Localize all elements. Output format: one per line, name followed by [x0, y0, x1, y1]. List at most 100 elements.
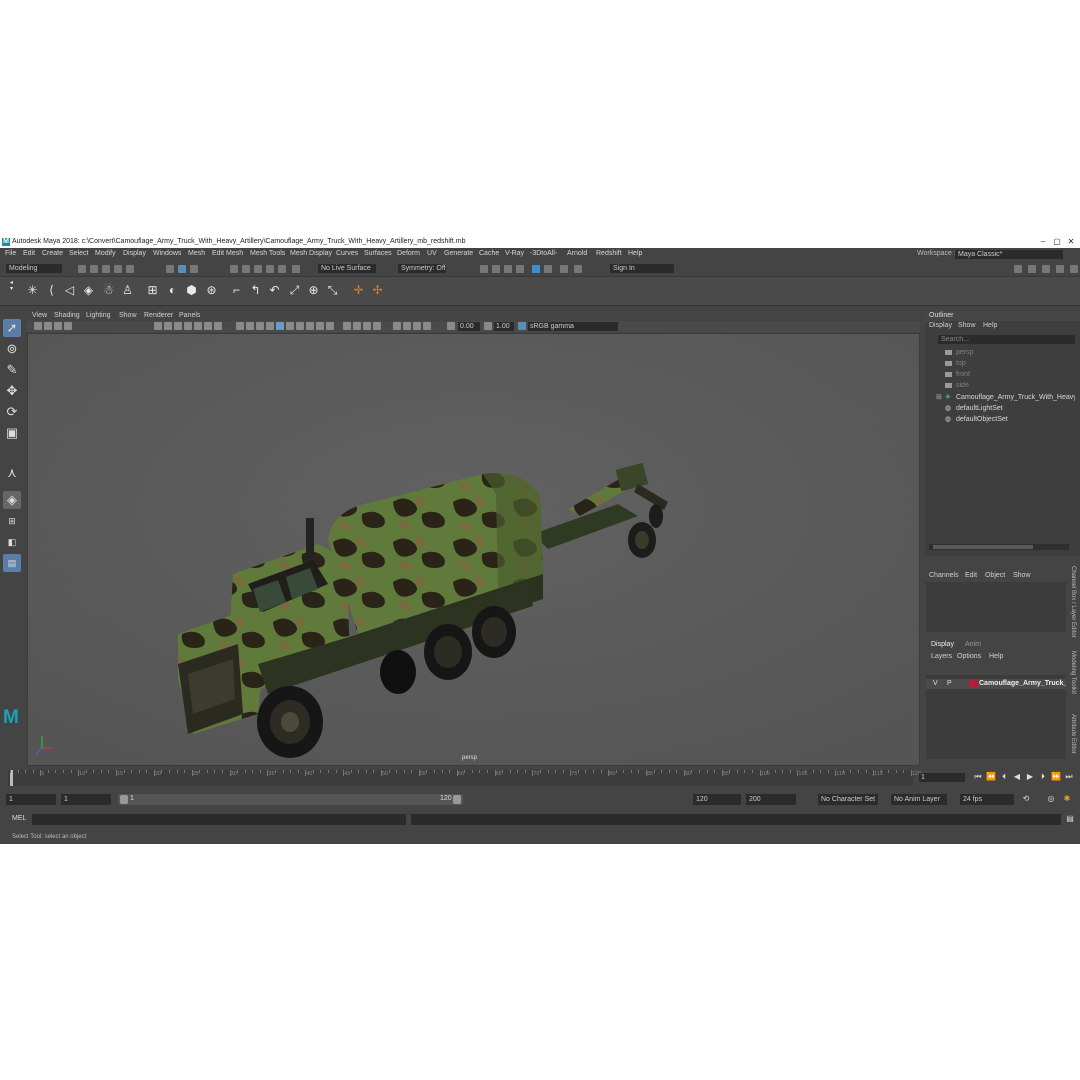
viewport-menu-shading[interactable]: Shading	[54, 311, 80, 321]
rotate-tool-icon[interactable]: ⟳	[3, 403, 21, 421]
constraint-scale-icon[interactable]: ⤡	[326, 284, 339, 297]
menu-mesh[interactable]: Mesh	[188, 248, 205, 260]
move-tool-icon[interactable]: ✥	[3, 382, 21, 400]
redshift-render-view-icon[interactable]	[532, 265, 540, 273]
time-slider-track[interactable]: 5 10 15 20 25 30 35 40 45 50 55 60 65 70 75 80 85 90 95 100…	[8, 770, 921, 786]
gate-icon[interactable]	[393, 322, 401, 330]
channel-menu-channels[interactable]: Channels	[929, 570, 959, 582]
outliner-horizontal-scrollbar[interactable]	[929, 544, 1069, 550]
arnold-render-icon[interactable]	[560, 265, 568, 273]
play-forwards-button[interactable]: ▶	[1025, 772, 1035, 782]
default-material-icon[interactable]	[256, 322, 264, 330]
sign-in-button[interactable]: Sign In	[610, 264, 674, 273]
gate-mask-icon[interactable]	[184, 322, 192, 330]
animation-start-field[interactable]: 1	[6, 794, 56, 805]
outliner-persp-layout-icon[interactable]: ▤	[3, 554, 21, 572]
outliner-scroll-thumb[interactable]	[933, 545, 1033, 549]
image-plane-icon[interactable]	[64, 322, 72, 330]
snap-view-plane-icon[interactable]	[266, 265, 274, 273]
layer-color-swatch[interactable]	[969, 680, 978, 688]
script-editor-icon[interactable]: ▤	[1065, 814, 1075, 824]
fps-dropdown[interactable]: 24 fps	[960, 794, 1014, 805]
constraint-orient-icon[interactable]: ⤢	[288, 284, 301, 297]
outliner-item[interactable]: ◍ defaultObjectSet	[925, 414, 1075, 425]
show-manipulator-icon[interactable]: ⋏	[3, 464, 21, 482]
four-view-layout-icon[interactable]: ⊞	[3, 512, 21, 530]
color-management-icon[interactable]	[518, 322, 526, 330]
menu-edit[interactable]: Edit	[23, 248, 35, 260]
select-object-icon[interactable]	[178, 265, 186, 273]
safe-title-icon[interactable]	[214, 322, 222, 330]
outliner-menu-display[interactable]: Display	[929, 321, 952, 331]
select-tool-icon[interactable]: ➚	[3, 319, 21, 337]
snap-edge-icon[interactable]	[292, 265, 300, 273]
safe-action-icon[interactable]	[204, 322, 212, 330]
tab-display[interactable]: Display	[931, 641, 954, 648]
tab-anim[interactable]: Anim	[965, 641, 981, 648]
loop-icon[interactable]: ⟲	[1021, 794, 1031, 804]
perspective-viewport[interactable]: persp	[27, 333, 920, 766]
film-gate-icon[interactable]	[164, 322, 172, 330]
range-slider-bar[interactable]: 1 120	[118, 794, 463, 805]
constraint-aim-icon[interactable]: ⊕	[307, 284, 320, 297]
select-hierarchy-icon[interactable]	[166, 265, 174, 273]
arnold-ipr-icon[interactable]	[574, 265, 582, 273]
shelf-menu-icon[interactable]: ◂ ▾	[5, 280, 18, 293]
grid-icon[interactable]	[154, 322, 162, 330]
paint-weights-icon[interactable]: ◈	[82, 284, 95, 297]
character-set-dropdown[interactable]: No Character Set	[818, 794, 878, 805]
bind-skin-icon[interactable]: ◁	[63, 284, 76, 297]
humanik-icon[interactable]: ☃	[102, 284, 115, 297]
lattice-icon[interactable]: ⊞	[146, 284, 159, 297]
resolution-gate-icon[interactable]	[174, 322, 182, 330]
menu-modify[interactable]: Modify	[95, 248, 116, 260]
gamma-field[interactable]: 1.00	[494, 322, 514, 331]
close-button[interactable]: ✕	[1064, 236, 1078, 248]
ipr-render-icon[interactable]	[492, 265, 500, 273]
viewport-menu-show[interactable]: Show	[119, 311, 137, 321]
exposure-icon[interactable]	[447, 322, 455, 330]
snap-curve-icon[interactable]	[242, 265, 250, 273]
auto-key-icon[interactable]: ◎	[1046, 794, 1056, 804]
animation-preferences-icon[interactable]: ✱	[1062, 794, 1072, 804]
wireframe-on-shaded-icon[interactable]	[266, 322, 274, 330]
playback-end-field[interactable]: 120	[693, 794, 741, 805]
grease-pencil-icon[interactable]	[413, 322, 421, 330]
shadows-icon[interactable]	[296, 322, 304, 330]
minimize-button[interactable]: –	[1036, 236, 1050, 248]
vray-vfb-icon[interactable]	[544, 265, 552, 273]
outliner-item[interactable]: ◍ defaultLightSet	[925, 403, 1075, 414]
menu-deform[interactable]: Deform	[397, 248, 420, 260]
tab-channel-box-layer-editor[interactable]: Channel Box / Layer Editor	[1070, 566, 1076, 638]
play-backwards-button[interactable]: ◀	[1012, 772, 1022, 782]
menu-create[interactable]: Create	[42, 248, 63, 260]
wrap-deformer-icon[interactable]: ⬢	[185, 284, 198, 297]
range-end-handle[interactable]	[453, 795, 461, 804]
anti-aliasing-icon[interactable]	[326, 322, 334, 330]
render-frame-icon[interactable]	[480, 265, 488, 273]
toggle-attribute-editor-icon[interactable]	[1028, 265, 1036, 273]
menu-vray[interactable]: V-Ray	[505, 248, 524, 260]
layer-row[interactable]: V P Camouflage_Army_Truck_With_	[926, 679, 1066, 689]
character-control-icon[interactable]: ♙	[121, 284, 134, 297]
joint-tool-icon[interactable]: ⟨	[45, 284, 58, 297]
wireframe-icon[interactable]	[236, 322, 244, 330]
pan-zoom-icon[interactable]	[403, 322, 411, 330]
live-surface-field[interactable]: No Live Surface	[318, 264, 376, 273]
step-back-frame-button[interactable]: ⏴	[999, 772, 1009, 782]
current-frame-field[interactable]: 1	[919, 773, 965, 782]
menu-select[interactable]: Select	[69, 248, 88, 260]
toggle-channel-box-icon[interactable]	[1056, 265, 1064, 273]
bend-deformer-icon[interactable]: ⌐	[230, 284, 243, 297]
cluster-handle-icon[interactable]: ✢	[371, 284, 384, 297]
exposure-field[interactable]: 0.00	[458, 322, 480, 331]
animation-end-field[interactable]: 200	[746, 794, 796, 805]
go-to-end-button[interactable]: ⏭	[1064, 772, 1074, 782]
toggle-modeling-toolkit-icon[interactable]	[1070, 265, 1078, 273]
viewport-menu-renderer[interactable]: Renderer	[144, 311, 173, 321]
outliner-menu-show[interactable]: Show	[958, 321, 976, 331]
snap-surface-icon[interactable]	[278, 265, 286, 273]
menu-surfaces[interactable]: Surfaces	[364, 248, 392, 260]
menu-uv[interactable]: UV	[427, 248, 437, 260]
single-perspective-view-icon[interactable]: ◈	[3, 491, 21, 509]
